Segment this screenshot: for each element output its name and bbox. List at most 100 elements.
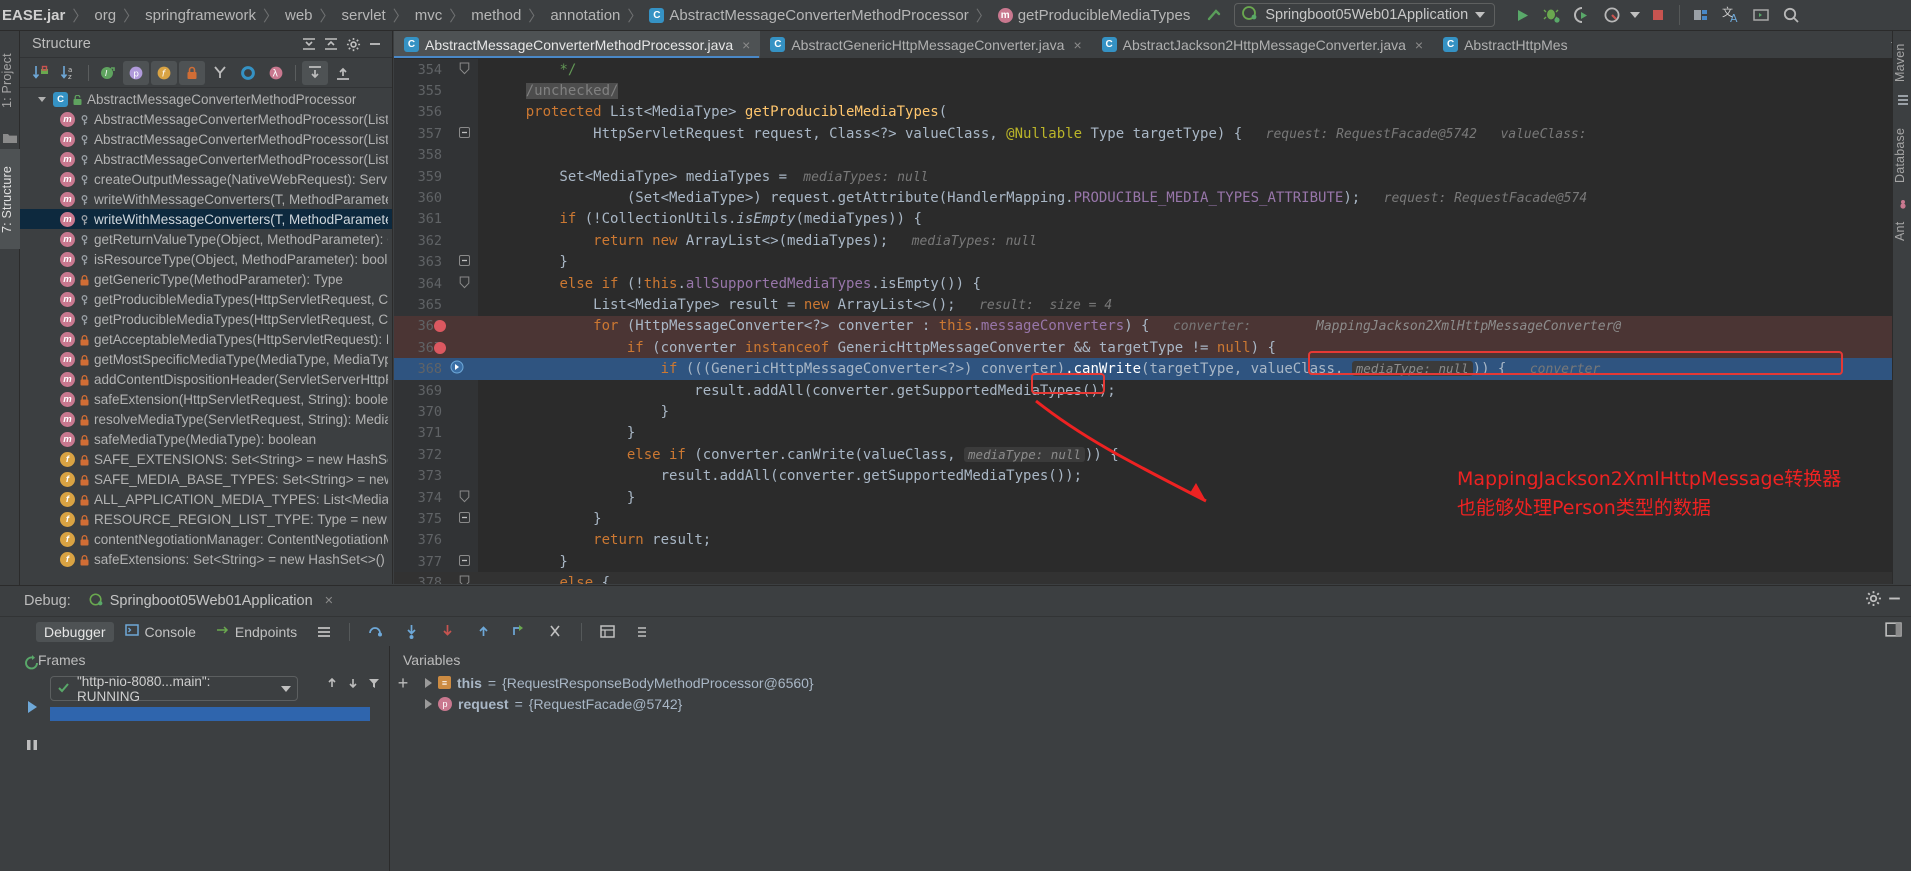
code-line-356[interactable]: 356 protected List<MediaType> getProduci… [394, 102, 1911, 123]
code-line-367[interactable]: 367 if (converter instanceof GenericHttp… [394, 337, 1911, 359]
tab-debugger[interactable]: Debugger [36, 621, 114, 642]
profiler-dropdown-icon[interactable] [1627, 1, 1643, 29]
fold-toggle-icon[interactable] [450, 575, 478, 584]
structure-method-node[interactable]: m getGenericType(MethodParameter): Type [20, 269, 392, 289]
gear-icon[interactable] [342, 33, 364, 55]
sidebar-item-maven[interactable]: Maven [1893, 35, 1911, 91]
show-execution-point-icon[interactable] [591, 621, 624, 642]
fold-toggle-icon[interactable] [450, 511, 478, 526]
code-line-378[interactable]: 378 else { [394, 572, 1911, 584]
profiler-button[interactable] [1597, 1, 1627, 29]
expand-all-icon[interactable] [298, 33, 320, 55]
hide-panel-icon[interactable] [1886, 590, 1903, 612]
sidebar-item-structure[interactable]: 7: Structure [0, 149, 20, 249]
hide-panel-icon[interactable] [364, 33, 386, 55]
code-line-362[interactable]: 362 return new ArrayList<>(mediaTypes); … [394, 230, 1911, 251]
code-line-358[interactable]: 358 [394, 145, 1911, 166]
run-configuration-selector[interactable]: Springboot05Web01Application [1234, 3, 1496, 27]
structure-field-node[interactable]: f contentNegotiationManager: ContentNegot… [20, 529, 392, 549]
frame-list-item[interactable] [50, 707, 370, 721]
structure-method-node[interactable]: m AbstractMessageConverterMethodProcessor… [20, 109, 392, 129]
debug-session-tab[interactable]: Springboot05Web01Application × [85, 590, 337, 613]
restore-layout-icon[interactable] [1884, 620, 1903, 644]
navigate-up-icon[interactable] [1204, 5, 1224, 25]
expand-all-nodes-icon[interactable] [302, 60, 328, 85]
show-properties-icon[interactable]: p [123, 60, 149, 85]
force-step-into-icon[interactable] [431, 621, 464, 642]
code-line-368[interactable]: 368 if (((GenericHttpMessageConverter<?>… [394, 358, 1911, 380]
chevron-down-icon[interactable] [281, 685, 291, 692]
breadcrumb-item-0[interactable]: EASE.jar [2, 7, 65, 24]
editor-tab-3[interactable]: C AbstractHttpMes [1433, 31, 1577, 58]
terminal-button[interactable] [1746, 1, 1776, 29]
breakpoint-icon[interactable] [434, 341, 446, 354]
structure-method-node[interactable]: m isResourceType(Object, MethodParameter)… [20, 249, 392, 269]
code-line-369[interactable]: 369 result.addAll(converter.getSupported… [394, 380, 1911, 401]
settings-gear-icon[interactable] [1865, 590, 1882, 612]
editor-tab-0[interactable]: C AbstractMessageConverterMethodProcessor… [394, 31, 761, 58]
structure-method-node[interactable]: m addContentDispositionHeader(ServletServ… [20, 369, 392, 389]
chevron-down-icon[interactable] [1475, 12, 1486, 18]
breadcrumb-item-9[interactable]: m getProducibleMediaTypes [997, 7, 1190, 24]
structure-method-node[interactable]: m safeMediaType(MediaType): boolean [20, 429, 392, 449]
translate-button[interactable]: 文A [1716, 1, 1746, 29]
close-icon[interactable]: × [1415, 37, 1423, 53]
tab-endpoints[interactable]: Endpoints [207, 621, 305, 642]
variables-tree[interactable]: ≡ this = {RequestResponseBodyMethodProcesso… [411, 672, 1911, 714]
structure-method-node[interactable]: m getAcceptableMediaTypes(HttpServletRequ… [20, 329, 392, 349]
breadcrumb-item-8[interactable]: C AbstractMessageConverterMethodProcessor [649, 7, 969, 24]
fold-toggle-icon[interactable] [450, 126, 478, 141]
structure-tree[interactable]: C AbstractMessageConverterMethodProcessor… [20, 89, 392, 584]
stop-button[interactable] [1643, 1, 1673, 29]
frame-down-icon[interactable] [346, 676, 360, 695]
fold-toggle-icon[interactable] [450, 276, 478, 292]
code-line-365[interactable]: 365 List<MediaType> result = new ArrayLi… [394, 294, 1911, 315]
close-icon[interactable]: × [325, 593, 333, 609]
project-structure-button[interactable] [1686, 1, 1716, 29]
sidebar-item-database[interactable]: Database [1893, 117, 1911, 193]
show-lambdas-icon[interactable]: λ [263, 61, 289, 85]
step-into-icon[interactable] [395, 621, 428, 642]
sort-alphabetically-icon[interactable]: az [56, 61, 82, 85]
run-button[interactable] [1507, 1, 1537, 29]
breadcrumb-item-7[interactable]: annotation [550, 7, 620, 24]
sort-by-visibility-icon[interactable] [28, 61, 54, 85]
code-line-366[interactable]: 366 for (HttpMessageConverter<?> convert… [394, 315, 1911, 338]
show-anonymous-icon[interactable] [207, 61, 233, 85]
collapse-all-icon[interactable] [320, 33, 342, 55]
code-line-357[interactable]: 357 HttpServletRequest request, Class<?>… [394, 123, 1911, 144]
structure-method-node[interactable]: m AbstractMessageConverterMethodProcessor… [20, 149, 392, 169]
code-line-376[interactable]: 376 return result; [394, 530, 1911, 551]
code-line-355[interactable]: 355 /unchecked/ [394, 80, 1911, 101]
structure-field-node[interactable]: f ALL_APPLICATION_MEDIA_TYPES: List<Media… [20, 489, 392, 509]
step-out-icon[interactable] [467, 621, 500, 642]
code-line-370[interactable]: 370 } [394, 401, 1911, 422]
show-non-public-icon[interactable] [179, 60, 205, 85]
breadcrumb-item-5[interactable]: mvc [415, 7, 443, 24]
code-line-371[interactable]: 371 } [394, 423, 1911, 444]
variable-row[interactable]: ≡ this = {RequestResponseBodyMethodProcesso… [411, 672, 1911, 693]
editor-tab-bar[interactable]: C AbstractMessageConverterMethodProcessor… [394, 31, 1911, 59]
layout-icon[interactable] [308, 622, 340, 642]
add-watch-button[interactable]: + [393, 674, 413, 692]
structure-method-node[interactable]: m getProducibleMediaTypes(HttpServletRequ… [20, 289, 392, 309]
sidebar-item-ant[interactable]: Ant [1893, 211, 1911, 251]
fold-toggle-icon[interactable] [450, 62, 478, 78]
fold-toggle-icon[interactable] [450, 554, 478, 569]
structure-method-node[interactable]: m getMostSpecificMediaType(MediaType, Med… [20, 349, 392, 369]
mute-breakpoints-icon[interactable] [627, 621, 660, 642]
editor-tab-2[interactable]: C AbstractJackson2HttpMessageConverter.ja… [1092, 31, 1433, 58]
run-to-cursor-icon[interactable] [503, 621, 536, 642]
structure-method-node[interactable]: m writeWithMessageConverters(T, MethodPar… [20, 189, 392, 209]
chevron-down-icon[interactable] [36, 94, 48, 104]
search-everywhere-button[interactable] [1776, 1, 1806, 29]
code-line-359[interactable]: 359 Set<MediaType> mediaTypes = mediaTyp… [394, 166, 1911, 187]
code-line-363[interactable]: 363 } [394, 252, 1911, 273]
structure-field-node[interactable]: f safeExtensions: Set<String> = new HashS… [20, 549, 392, 569]
structure-field-node[interactable]: f SAFE_MEDIA_BASE_TYPES: Set<String> = ne… [20, 469, 392, 489]
structure-method-node[interactable]: m getReturnValueType(Object, MethodParame… [20, 229, 392, 249]
structure-field-node[interactable]: f RESOURCE_REGION_LIST_TYPE: Type = new P… [20, 509, 392, 529]
expand-triangle-icon[interactable] [425, 698, 432, 709]
code-line-360[interactable]: 360 (Set<MediaType>) request.getAttribut… [394, 187, 1911, 208]
show-fields-icon[interactable]: f [151, 60, 177, 85]
